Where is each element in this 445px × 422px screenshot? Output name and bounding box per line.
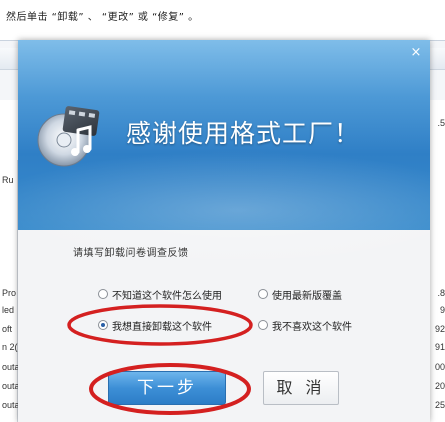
cancel-button[interactable]: 取 消 <box>263 371 339 405</box>
background-row-text: Pro <box>2 288 17 298</box>
background-row-text: n 2( <box>2 342 18 352</box>
radio-icon <box>258 289 268 299</box>
background-list-right <box>429 100 445 422</box>
background-row-text: .5 <box>437 118 445 128</box>
background-row-text: led <box>2 305 15 315</box>
background-row-text: outa <box>2 362 18 372</box>
instruction-caption: 然后单击 “卸载” 、 “更改” 或 “修复” 。 <box>6 12 199 23</box>
background-row-text: 20 <box>434 381 445 391</box>
next-button[interactable]: 下一步 <box>108 371 226 405</box>
background-row-text: 9 <box>439 305 445 315</box>
uninstall-dialog: × 感谢使用格式工厂！ 请填写卸载问卷调查反馈 不知道这个软件怎么使用 使用最新… <box>18 40 430 422</box>
option-label: 不知道这个软件怎么使用 <box>112 290 222 302</box>
background-row-text: 92 <box>434 324 445 334</box>
option-label: 使用最新版覆盖 <box>272 290 342 302</box>
option-label: 我想直接卸载这个软件 <box>112 321 212 333</box>
option-label: 我不喜欢这个软件 <box>272 321 352 333</box>
format-factory-logo-icon <box>37 106 100 167</box>
option-uninstall-directly[interactable]: 我想直接卸载这个软件 <box>98 317 212 333</box>
survey-label: 请填写卸载问卷调查反馈 <box>73 248 189 259</box>
background-row-text: outa <box>2 381 18 391</box>
background-row-text: 25 <box>434 400 445 410</box>
option-newer-version[interactable]: 使用最新版覆盖 <box>258 286 342 302</box>
background-row-text: 91 <box>434 342 445 352</box>
radio-checked-icon <box>98 320 108 330</box>
radio-icon <box>98 289 108 299</box>
background-row-text: oft <box>2 324 13 334</box>
background-row-text: 00 <box>434 362 445 372</box>
close-button[interactable]: × <box>408 45 424 61</box>
option-dislike-software[interactable]: 我不喜欢这个软件 <box>258 317 352 333</box>
background-row-text: Ru <box>2 175 14 185</box>
option-dont-know-how[interactable]: 不知道这个软件怎么使用 <box>98 286 222 302</box>
close-icon: × <box>410 45 422 60</box>
radio-icon <box>258 320 268 330</box>
background-row-text: .8 <box>437 288 445 298</box>
background-row-text: outa <box>2 400 18 410</box>
dialog-banner: × 感谢使用格式工厂！ <box>18 40 430 270</box>
dialog-title: 感谢使用格式工厂！ <box>126 119 361 148</box>
